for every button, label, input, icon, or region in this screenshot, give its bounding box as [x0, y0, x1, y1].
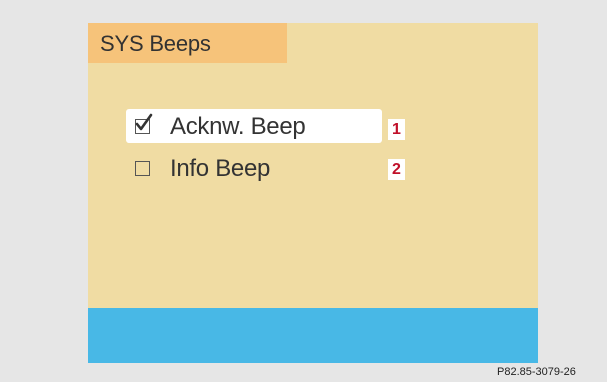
- option-info-beep[interactable]: Info Beep: [126, 151, 346, 185]
- checkmark-icon: [135, 113, 153, 131]
- display-panel: SYS Beeps Ackn​w. Beep Info Beep 1 2: [88, 23, 538, 363]
- callout-marker-1: 1: [388, 119, 405, 140]
- option-label-info-beep: Info Beep: [170, 155, 271, 182]
- callout-marker-2: 2: [388, 159, 405, 180]
- menu-title-tab: SYS Beeps: [88, 23, 287, 63]
- figure-reference-code: P82.85-3079-26: [497, 366, 576, 378]
- option-label-acknw-beep: Ackn​w. Beep: [170, 113, 306, 140]
- option-acknw-beep[interactable]: Ackn​w. Beep: [126, 109, 382, 143]
- checkbox-info-beep[interactable]: [135, 161, 150, 176]
- screen: { "menu": { "title": "SYS Beeps", "optio…: [0, 0, 607, 382]
- menu-title: SYS Beeps: [100, 31, 211, 56]
- bottom-status-bar: [88, 308, 538, 363]
